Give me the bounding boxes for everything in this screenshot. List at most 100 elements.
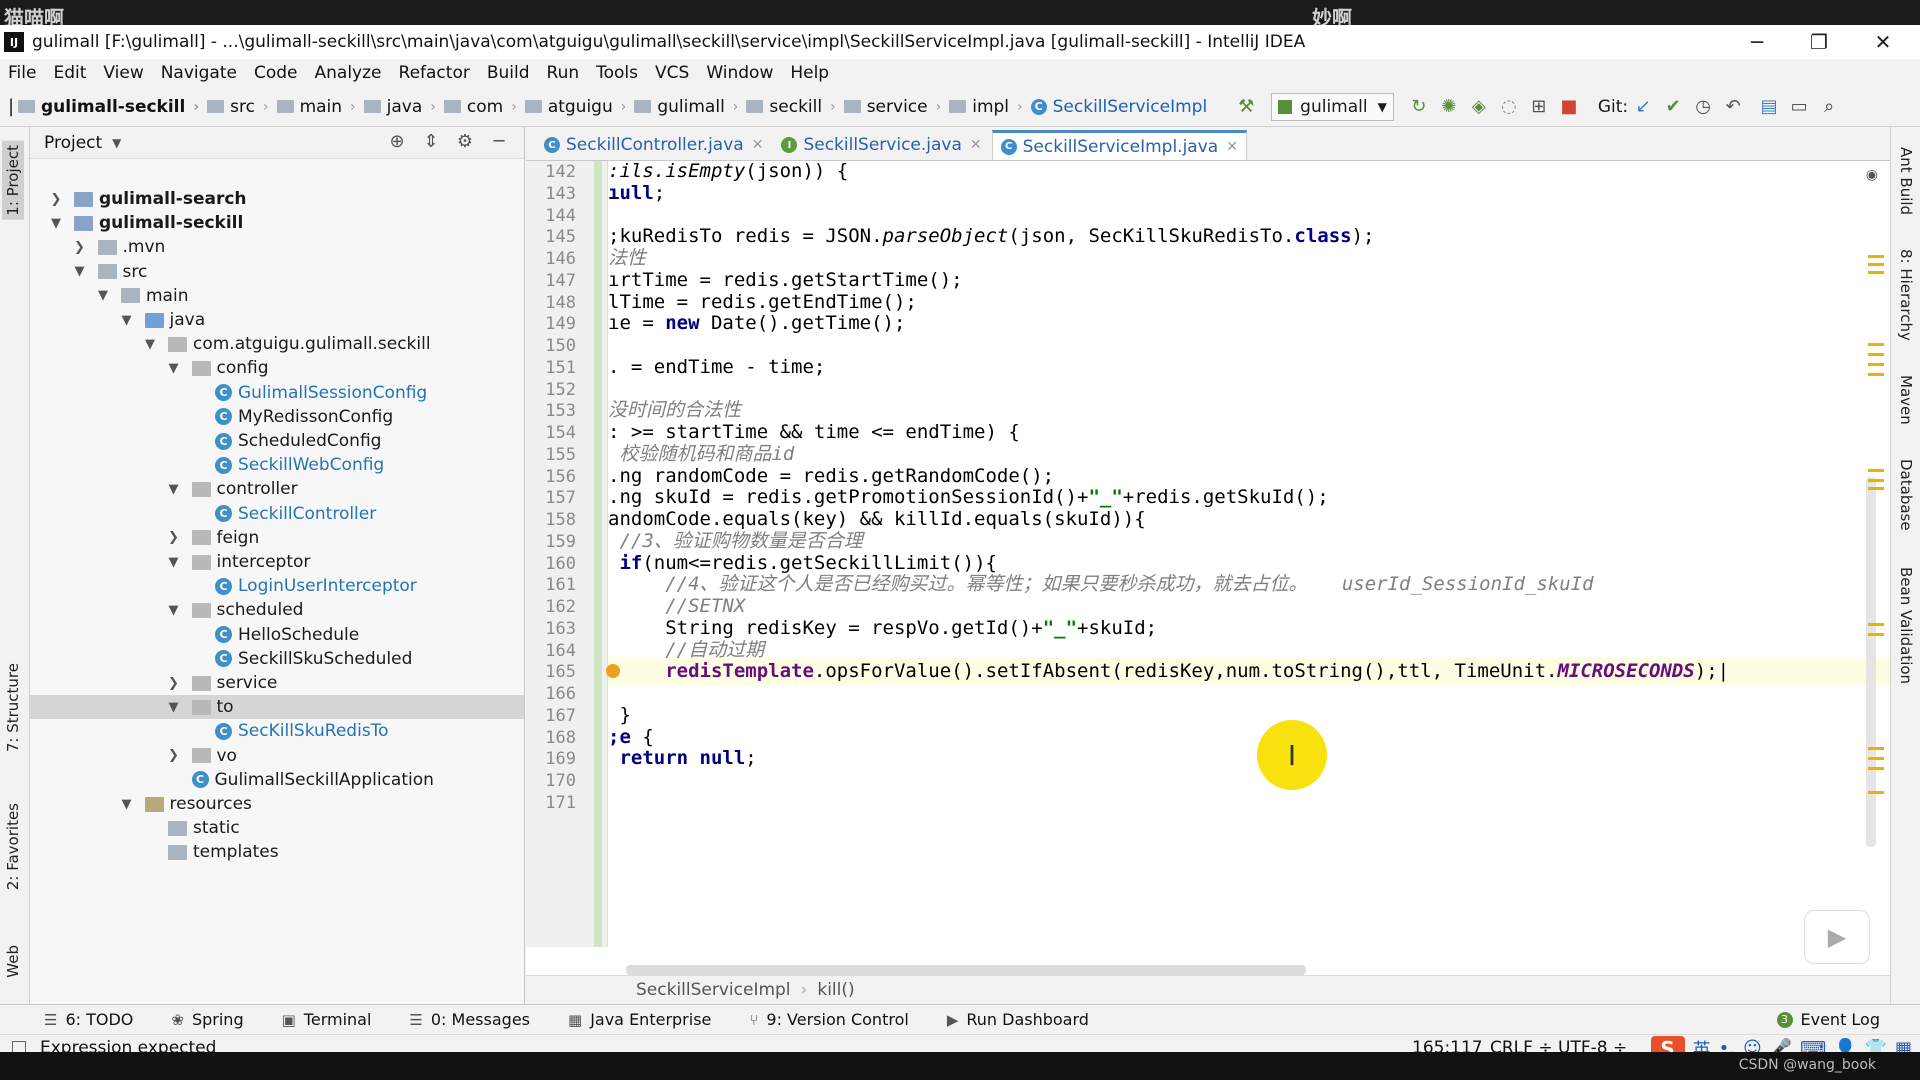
breadcrumb-impl[interactable]: impl › bbox=[949, 97, 1030, 117]
tree-item[interactable]: ▼ main bbox=[30, 284, 524, 308]
code-area[interactable]: :ils.isEmpty(json)) {ıull; ;kuRedisTo red… bbox=[608, 161, 1890, 947]
breadcrumb-java[interactable]: java › bbox=[363, 97, 444, 117]
tool-window-0-messages[interactable]: ☰ 0: Messages bbox=[409, 1010, 530, 1029]
menu-edit[interactable]: Edit bbox=[53, 63, 86, 83]
tree-item[interactable]: ▼ resources bbox=[30, 792, 524, 816]
tree-item[interactable]: ▼ interceptor bbox=[30, 550, 524, 574]
search-icon[interactable]: ⌕ bbox=[1814, 92, 1844, 122]
collapse-all-icon[interactable]: ⇕ bbox=[414, 131, 448, 152]
warning-stripe-mark[interactable] bbox=[1868, 757, 1884, 760]
debug-icon[interactable]: ✺ bbox=[1434, 92, 1464, 122]
breadcrumb-com[interactable]: com › bbox=[443, 97, 525, 117]
stop-icon[interactable]: ■ bbox=[1554, 92, 1584, 122]
tree-item[interactable]: C GulimallSeckillApplication bbox=[30, 768, 524, 792]
git-commit-icon[interactable]: ✔ bbox=[1658, 92, 1688, 122]
warning-stripe-mark[interactable] bbox=[1868, 263, 1884, 266]
breadcrumb-service[interactable]: service › bbox=[843, 97, 950, 117]
tree-item[interactable]: ▼ com.atguigu.gulimall.seckill bbox=[30, 332, 524, 356]
breadcrumb-method[interactable]: kill() bbox=[817, 980, 854, 1000]
chevron-down-icon[interactable]: ▼ bbox=[112, 136, 121, 150]
structure-tool-tab[interactable]: 7: Structure bbox=[4, 663, 22, 752]
ant-build-tool-tab[interactable]: Ant Build bbox=[1897, 147, 1915, 215]
editor-tab[interactable]: C SeckillServiceImpl.java ✕ bbox=[991, 130, 1247, 160]
tool-window-java-enterprise[interactable]: ▦ Java Enterprise bbox=[568, 1010, 711, 1029]
tree-item[interactable]: C HelloSchedule bbox=[30, 623, 524, 647]
tree-item[interactable]: ▼ scheduled bbox=[30, 598, 524, 622]
horizontal-scrollbar[interactable] bbox=[626, 965, 1306, 975]
chevron-down-icon[interactable]: ▼ bbox=[48, 216, 64, 231]
tree-item[interactable]: C SeckillSkuScheduled bbox=[30, 647, 524, 671]
menu-file[interactable]: File bbox=[8, 63, 36, 83]
menu-tools[interactable]: Tools bbox=[596, 63, 638, 83]
project-structure-icon[interactable]: ▤ bbox=[1754, 92, 1784, 122]
menu-vcs[interactable]: VCS bbox=[655, 63, 689, 83]
chevron-right-icon[interactable]: ❯ bbox=[166, 676, 182, 691]
warning-stripe-mark[interactable] bbox=[1868, 623, 1884, 626]
favorites-tool-tab[interactable]: 2: Favorites bbox=[4, 803, 22, 890]
tree-item[interactable]: ▼ to bbox=[30, 695, 524, 720]
panel-toggle-icon[interactable] bbox=[12, 1041, 26, 1052]
tool-window-run-dashboard[interactable]: ▶ Run Dashboard bbox=[947, 1010, 1089, 1029]
profile-icon[interactable]: ◌ bbox=[1494, 92, 1524, 122]
sogou-ime-icon[interactable]: S bbox=[1650, 1035, 1685, 1052]
tree-item[interactable]: ❯ vo bbox=[30, 744, 524, 768]
tree-item[interactable]: ▼ controller bbox=[30, 477, 524, 501]
warning-stripe-mark[interactable] bbox=[1868, 487, 1884, 490]
rerun-icon[interactable]: ↻ bbox=[1404, 92, 1434, 122]
menu-build[interactable]: Build bbox=[487, 63, 530, 83]
chevron-down-icon[interactable]: ▼ bbox=[166, 482, 182, 497]
tree-item[interactable]: C SecKillSkuRedisTo bbox=[30, 719, 524, 743]
git-rollback-icon[interactable]: ↶ bbox=[1718, 92, 1748, 122]
tree-item[interactable]: static bbox=[30, 816, 524, 840]
punctuation-icon[interactable]: •, bbox=[1719, 1038, 1735, 1052]
hierarchy-tool-tab[interactable]: 8: Hierarchy bbox=[1897, 249, 1915, 341]
tool-window-6-todo[interactable]: ☰ 6: TODO bbox=[44, 1010, 133, 1029]
chevron-down-icon[interactable]: ▼ bbox=[166, 555, 182, 570]
database-tool-tab[interactable]: Database bbox=[1897, 459, 1915, 531]
tree-item[interactable]: ❯ .mvn bbox=[30, 235, 524, 259]
microphone-icon[interactable]: 🎤 bbox=[1770, 1038, 1792, 1052]
tree-item[interactable]: C GulimallSessionConfig bbox=[30, 381, 524, 405]
warning-stripe-mark[interactable] bbox=[1868, 353, 1884, 356]
keyboard-icon[interactable]: ⌨ bbox=[1800, 1038, 1826, 1052]
warning-stripe-mark[interactable] bbox=[1868, 373, 1884, 376]
breadcrumb-atguigu[interactable]: atguigu › bbox=[524, 97, 635, 117]
chevron-down-icon[interactable]: ▼ bbox=[119, 313, 135, 328]
breadcrumb-main[interactable]: main › bbox=[276, 97, 364, 117]
line-separator[interactable]: CRLF ÷ bbox=[1490, 1038, 1553, 1052]
tool-window-9-version-control[interactable]: ⑂ 9: Version Control bbox=[749, 1010, 908, 1029]
tree-item[interactable]: C ScheduledConfig bbox=[30, 429, 524, 453]
tree-item[interactable]: C SeckillWebConfig bbox=[30, 453, 524, 477]
restore-icon[interactable]: ❐ bbox=[1788, 25, 1850, 59]
maven-tool-tab[interactable]: Maven bbox=[1897, 375, 1915, 425]
user-icon[interactable]: 👤 bbox=[1834, 1038, 1856, 1052]
chevron-down-icon[interactable]: ▼ bbox=[119, 797, 135, 812]
menu-analyze[interactable]: Analyze bbox=[315, 63, 382, 83]
warning-stripe-mark[interactable] bbox=[1868, 255, 1884, 258]
hide-panel-icon[interactable]: ─ bbox=[482, 131, 516, 152]
tree-item[interactable]: ▼ src bbox=[30, 260, 524, 284]
close-tab-icon[interactable]: ✕ bbox=[970, 137, 982, 153]
menu-navigate[interactable]: Navigate bbox=[161, 63, 237, 83]
tree-item[interactable]: ❯ gulimall-search bbox=[30, 187, 524, 211]
warning-stripe-mark[interactable] bbox=[1868, 343, 1884, 346]
close-tab-icon[interactable]: ✕ bbox=[752, 137, 764, 153]
chevron-down-icon[interactable]: ▼ bbox=[166, 603, 182, 618]
menu-help[interactable]: Help bbox=[790, 63, 829, 83]
reader-mode-icon[interactable]: ◉ bbox=[1866, 167, 1878, 183]
chevron-down-icon[interactable]: ▼ bbox=[72, 264, 88, 279]
editor-tab[interactable]: I SeckillService.java ✕ bbox=[773, 130, 989, 160]
event-log-button[interactable]: 3 Event Log bbox=[1776, 1010, 1880, 1029]
warning-stripe-mark[interactable] bbox=[1868, 271, 1884, 274]
locate-icon[interactable]: ⊕ bbox=[380, 131, 414, 152]
git-update-icon[interactable]: ↙ bbox=[1628, 92, 1658, 122]
breadcrumb-class[interactable]: SeckillServiceImpl bbox=[636, 980, 791, 1000]
chevron-down-icon[interactable]: ▼ bbox=[166, 700, 182, 715]
menu-window[interactable]: Window bbox=[706, 63, 773, 83]
project-tool-tab[interactable]: 1: Project bbox=[2, 141, 24, 220]
tree-item[interactable]: C MyRedissonConfig bbox=[30, 405, 524, 429]
menu-run[interactable]: Run bbox=[547, 63, 580, 83]
attach-icon[interactable]: ⊞ bbox=[1524, 92, 1554, 122]
chevron-down-icon[interactable]: ▼ bbox=[95, 288, 111, 303]
warning-stripe-mark[interactable] bbox=[1868, 633, 1884, 636]
